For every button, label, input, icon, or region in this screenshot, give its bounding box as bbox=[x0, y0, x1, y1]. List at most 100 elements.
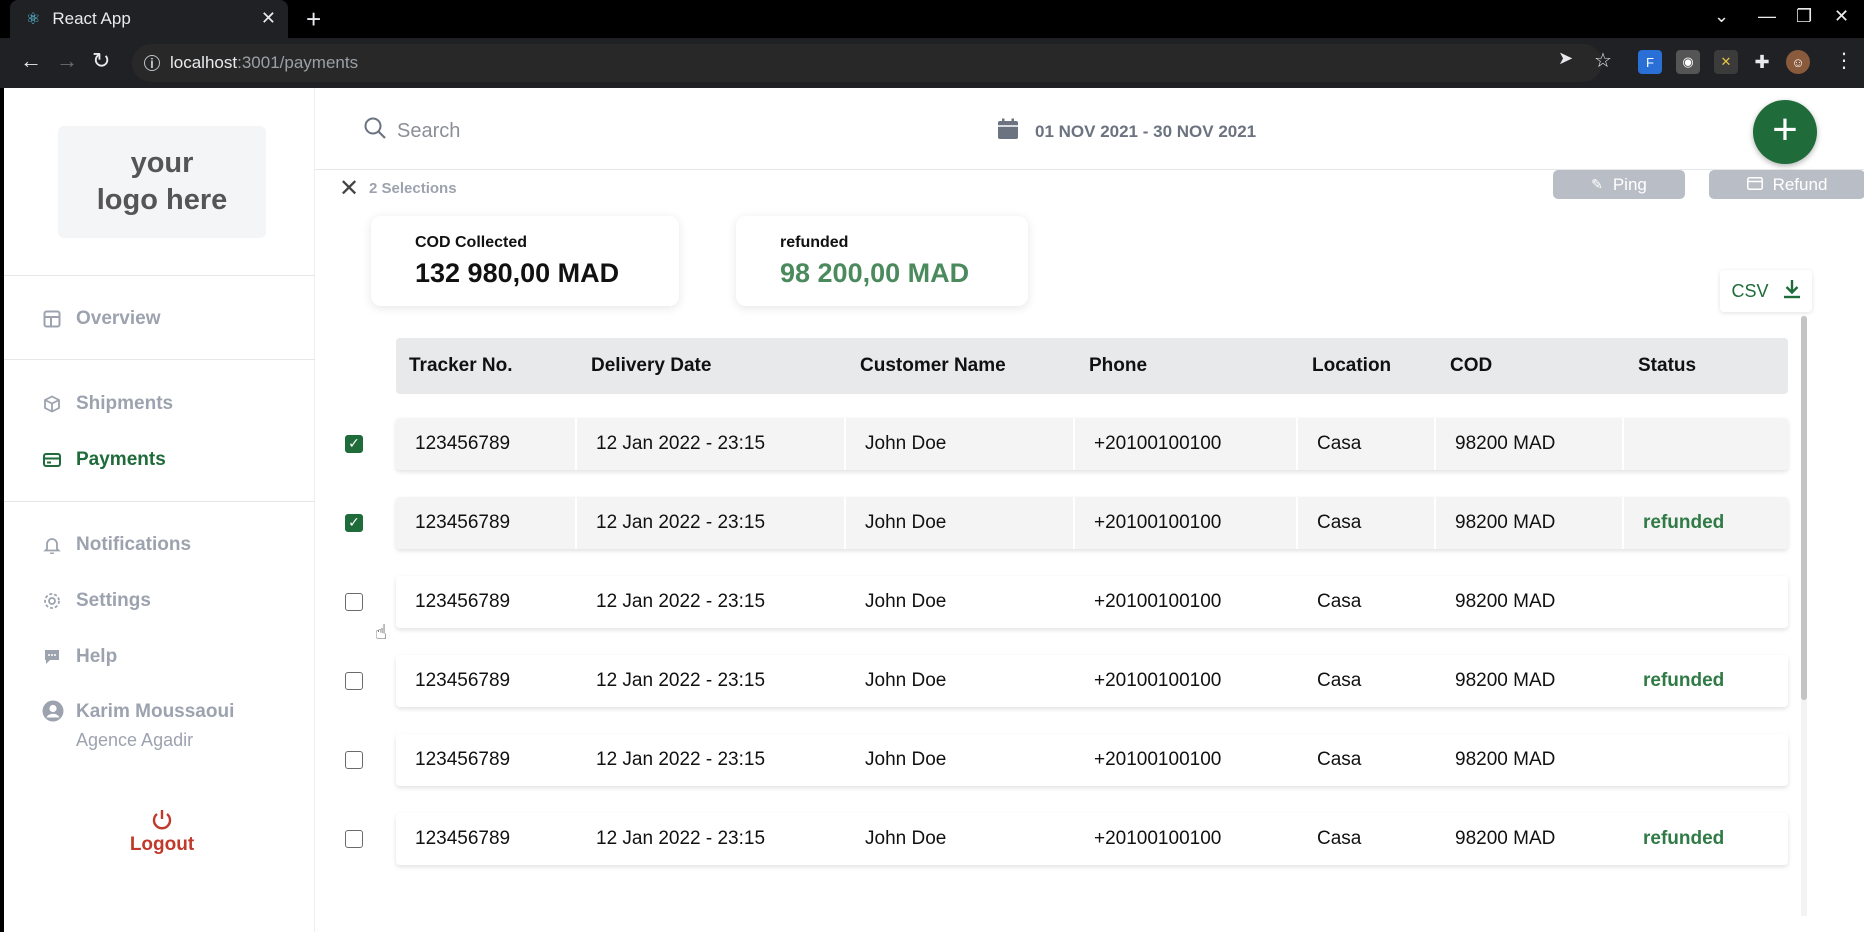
cell-customer: John Doe bbox=[846, 734, 1075, 786]
cell-tracker: 123456789 bbox=[396, 655, 577, 707]
table-row[interactable]: 123456789 12 Jan 2022 - 23:15 John Doe +201… bbox=[396, 813, 1788, 865]
card-value: 132 980,00 MAD bbox=[415, 258, 620, 288]
sidebar-item-payments[interactable]: Payments bbox=[42, 449, 166, 471]
close-tab-icon[interactable]: ✕ bbox=[261, 8, 276, 29]
search-icon bbox=[363, 116, 387, 146]
sidebar-item-label: Settings bbox=[76, 590, 151, 611]
card-label: refunded bbox=[780, 234, 849, 251]
column-header-customer[interactable]: Customer Name bbox=[860, 355, 1006, 377]
cell-status: refunded bbox=[1643, 512, 1725, 533]
logo-line1: your bbox=[130, 147, 194, 179]
card-icon bbox=[1746, 175, 1763, 195]
sidebar-item-shipments[interactable]: Shipments bbox=[42, 393, 173, 415]
sidebar-item-label: Notifications bbox=[76, 534, 192, 555]
row-checkbox[interactable]: ✓ bbox=[345, 514, 363, 532]
table-row[interactable]: 123456789 12 Jan 2022 - 23:15 John Doe +201… bbox=[396, 734, 1788, 786]
sidebar-item-settings[interactable]: Settings bbox=[42, 590, 151, 612]
column-header-status[interactable]: Status bbox=[1638, 355, 1696, 377]
cell-phone: +20100100100 bbox=[1075, 813, 1298, 865]
divider bbox=[4, 501, 315, 502]
table-row[interactable]: 123456789 12 Jan 2022 - 23:15 John Doe +201… bbox=[396, 497, 1788, 549]
add-button[interactable]: + bbox=[1753, 100, 1817, 164]
cell-tracker: 123456789 bbox=[396, 497, 577, 549]
ping-label: Ping bbox=[1612, 174, 1647, 194]
chat-icon bbox=[42, 647, 62, 667]
row-checkbox[interactable] bbox=[345, 751, 363, 769]
row-checkbox[interactable] bbox=[345, 672, 363, 690]
table-row[interactable]: 123456789 12 Jan 2022 - 23:15 John Doe +201… bbox=[396, 418, 1788, 470]
extension-icon[interactable]: F bbox=[1638, 50, 1662, 74]
ping-button[interactable]: ✎ Ping bbox=[1553, 170, 1685, 199]
star-icon[interactable]: ☆ bbox=[1594, 48, 1612, 73]
pointer-cursor-icon: ☝ bbox=[375, 622, 388, 644]
selection-count: 2 Selections bbox=[369, 180, 457, 197]
browser-toolbar: ← → ↻ i localhost:3001/payments ➤ ☆ F ◉ … bbox=[0, 38, 1864, 88]
new-tab-icon[interactable]: + bbox=[306, 4, 321, 35]
cell-location: Casa bbox=[1298, 497, 1436, 549]
user-name: Karim Moussaoui bbox=[76, 701, 235, 722]
logo-placeholder[interactable]: your logo here bbox=[58, 126, 266, 238]
cell-location: Casa bbox=[1298, 418, 1436, 470]
close-window-icon[interactable]: ✕ bbox=[1834, 6, 1849, 27]
menu-icon[interactable]: ⋮ bbox=[1834, 48, 1854, 73]
profile-avatar[interactable]: ☺ bbox=[1786, 50, 1810, 74]
chevron-down-icon[interactable]: ⌄ bbox=[1714, 6, 1729, 27]
extension-icon[interactable]: ✕ bbox=[1714, 50, 1738, 74]
column-header-phone[interactable]: Phone bbox=[1089, 355, 1147, 377]
cod-collected-card: COD Collected 132 980,00 MAD bbox=[371, 216, 679, 306]
cell-location: Casa bbox=[1298, 813, 1436, 865]
power-icon bbox=[94, 808, 230, 834]
reload-icon[interactable]: ↻ bbox=[92, 48, 110, 74]
sidebar-item-overview[interactable]: Overview bbox=[42, 308, 161, 330]
sidebar-item-label: Payments bbox=[76, 449, 166, 470]
divider bbox=[4, 275, 315, 276]
refund-label: Refund bbox=[1772, 174, 1828, 194]
cell-status: refunded bbox=[1643, 828, 1725, 849]
row-checkbox[interactable] bbox=[345, 830, 363, 848]
sidebar: your logo here Overview Shipments Payment… bbox=[4, 88, 315, 932]
cell-cod: 98200 MAD bbox=[1436, 418, 1624, 470]
cell-delivery-date: 12 Jan 2022 - 23:15 bbox=[577, 418, 846, 470]
extension-icon[interactable]: ◉ bbox=[1676, 50, 1700, 74]
row-checkbox[interactable]: ✓ bbox=[345, 435, 363, 453]
forward-icon[interactable]: → bbox=[56, 48, 78, 74]
logout-button[interactable]: Logout bbox=[94, 808, 230, 856]
user-avatar-icon bbox=[42, 700, 66, 724]
scrollbar-thumb[interactable] bbox=[1801, 316, 1807, 700]
search-box bbox=[363, 116, 697, 146]
table-row[interactable]: 123456789 12 Jan 2022 - 23:15 John Doe +201… bbox=[396, 655, 1788, 707]
row-checkbox[interactable] bbox=[345, 593, 363, 611]
send-icon[interactable]: ➤ bbox=[1558, 48, 1573, 69]
restore-icon[interactable]: ❐ bbox=[1796, 6, 1812, 27]
address-bar[interactable]: i localhost:3001/payments bbox=[132, 44, 1602, 82]
cell-delivery-date: 12 Jan 2022 - 23:15 bbox=[577, 576, 846, 628]
back-icon[interactable]: ← bbox=[20, 48, 42, 74]
cell-tracker: 123456789 bbox=[396, 813, 577, 865]
top-bar: 01 NOV 2021 - 30 NOV 2021 + bbox=[315, 88, 1864, 170]
info-icon[interactable]: i bbox=[144, 55, 160, 71]
sidebar-item-help[interactable]: Help bbox=[42, 646, 117, 668]
minimize-icon[interactable]: — bbox=[1758, 6, 1776, 27]
table-row[interactable]: 123456789 12 Jan 2022 - 23:15 John Doe +201… bbox=[396, 576, 1788, 628]
csv-export-button[interactable]: CSV bbox=[1720, 270, 1812, 312]
date-range-picker[interactable]: 01 NOV 2021 - 30 NOV 2021 bbox=[997, 118, 1256, 145]
cell-tracker: 123456789 bbox=[396, 576, 577, 628]
refund-button[interactable]: Refund bbox=[1709, 170, 1864, 199]
cell-phone: +20100100100 bbox=[1075, 734, 1298, 786]
cell-status bbox=[1624, 734, 1788, 786]
column-header-delivery-date[interactable]: Delivery Date bbox=[591, 355, 711, 377]
cell-delivery-date: 12 Jan 2022 - 23:15 bbox=[577, 734, 846, 786]
puzzle-icon[interactable]: ✚ bbox=[1750, 50, 1774, 74]
clear-selection-icon[interactable]: ✕ bbox=[339, 174, 359, 203]
cell-location: Casa bbox=[1298, 655, 1436, 707]
column-header-location[interactable]: Location bbox=[1312, 355, 1391, 377]
credit-card-icon bbox=[42, 450, 62, 470]
column-header-tracker[interactable]: Tracker No. bbox=[409, 355, 513, 377]
browser-tab[interactable]: ⚛ React App ✕ bbox=[10, 0, 288, 38]
csv-label: CSV bbox=[1731, 280, 1769, 301]
sidebar-item-notifications[interactable]: Notifications bbox=[42, 534, 191, 556]
cell-phone: +20100100100 bbox=[1075, 418, 1298, 470]
sidebar-item-label: Shipments bbox=[76, 393, 174, 414]
column-header-cod[interactable]: COD bbox=[1450, 355, 1492, 377]
search-input[interactable] bbox=[397, 119, 697, 143]
